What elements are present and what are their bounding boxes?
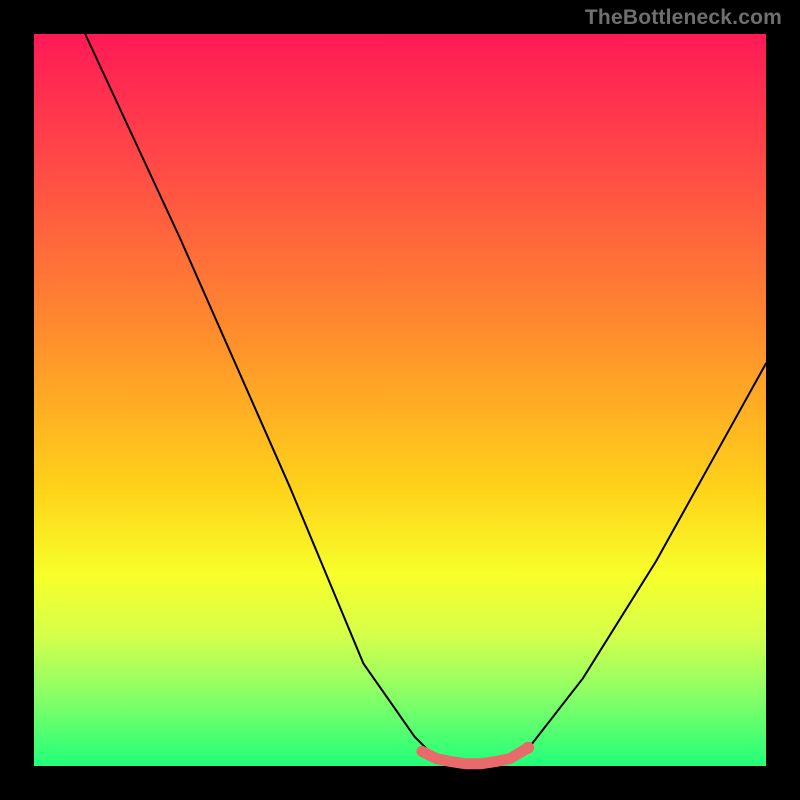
bottleneck-curve-path bbox=[85, 34, 766, 766]
chart-frame: TheBottleneck.com bbox=[0, 0, 800, 800]
curve-layer bbox=[34, 34, 766, 766]
watermark-text: TheBottleneck.com bbox=[585, 6, 782, 30]
optimal-marker-dot bbox=[522, 742, 534, 754]
optimal-marker-path bbox=[422, 748, 528, 764]
plot-area bbox=[34, 34, 766, 766]
